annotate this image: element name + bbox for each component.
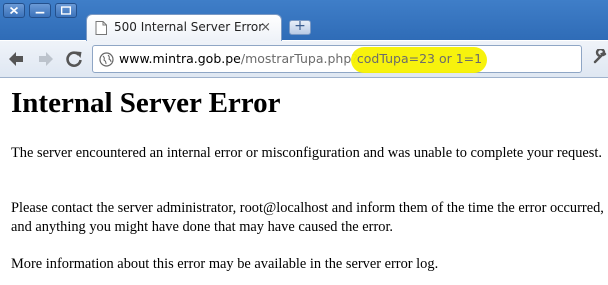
url-query-highlighted: codTupa=23 or 1=1 [356, 51, 483, 66]
page-icon [95, 21, 107, 35]
close-window-icon [9, 6, 19, 15]
error-paragraph-1: The server encountered an internal error… [11, 145, 602, 161]
maximize-window-button[interactable] [55, 3, 77, 18]
forward-arrow-icon[interactable] [36, 49, 56, 69]
minimize-window-button[interactable] [29, 3, 51, 18]
new-tab-button[interactable]: + [289, 18, 311, 35]
error-paragraph-2: Please contact the server administrator,… [11, 200, 604, 235]
url-text-overlay: www.mintra.gob.pe/mostrarTupa.php?codTup… [118, 51, 482, 66]
wrench-icon[interactable] [592, 49, 608, 65]
page-content: Internal Server Error The server encount… [11, 87, 608, 272]
tab-active[interactable]: 500 Internal Server Error × [86, 14, 282, 41]
plus-icon: + [294, 18, 306, 34]
reload-icon[interactable] [64, 49, 84, 69]
page-heading: Internal Server Error [11, 87, 281, 119]
browser-title-bar: 500 Internal Server Error × + [0, 0, 608, 41]
globe-icon [99, 52, 114, 67]
tab-title: 500 Internal Server Error [114, 20, 264, 34]
tab-close-icon[interactable]: × [260, 20, 271, 35]
close-window-button[interactable] [3, 3, 25, 18]
back-arrow-icon[interactable] [6, 49, 26, 69]
maximize-icon [60, 6, 72, 15]
error-paragraph-3: More information about this error may be… [11, 256, 439, 272]
minimize-icon [35, 11, 45, 14]
